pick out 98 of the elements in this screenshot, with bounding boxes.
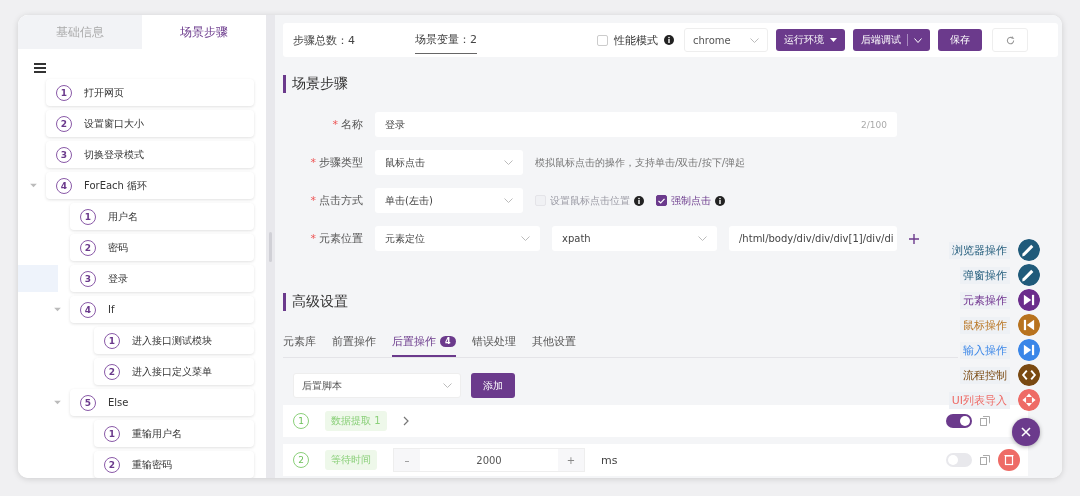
step-item[interactable]: 5 Else (70, 389, 254, 416)
action-icon[interactable] (1018, 289, 1040, 311)
chevron-down-icon (750, 37, 759, 43)
step-label: 设置窗口大小 (84, 116, 144, 131)
delete-icon[interactable] (998, 449, 1020, 471)
caret-icon[interactable] (30, 183, 37, 188)
click-mode-select[interactable]: 单击(左击) (375, 188, 523, 213)
info-icon (664, 35, 674, 45)
form-label: * 名称 (331, 117, 363, 132)
chevron-down-icon (504, 198, 513, 203)
menu-item[interactable]: 元素操作 (960, 291, 1010, 309)
step-item[interactable]: 4 If (70, 296, 254, 323)
script-select[interactable]: 后置脚本 (293, 373, 461, 398)
plus-icon[interactable] (909, 233, 919, 244)
step-label: Else (108, 397, 129, 408)
environment-button[interactable]: 运行环境 (776, 29, 845, 51)
info-icon (634, 195, 644, 206)
debug-button[interactable]: 后端调试 (853, 29, 930, 51)
checkbox[interactable] (656, 195, 667, 206)
menu-item[interactable]: 鼠标操作 (960, 316, 1010, 334)
chevron-down-icon (521, 236, 530, 241)
settings-tab[interactable]: 其他设置 (531, 328, 576, 357)
settings-tab[interactable]: 元素库 (283, 328, 316, 357)
step-item[interactable]: 2 设置窗口大小 (46, 110, 254, 137)
step-label: 密码 (108, 240, 128, 255)
copy-icon[interactable] (980, 455, 990, 465)
close-icon (1021, 427, 1031, 437)
step-type-select[interactable]: 鼠标点击 (375, 150, 523, 175)
section-heading: 场景步骤 (283, 75, 1058, 93)
caret-icon[interactable] (54, 400, 61, 405)
step-item[interactable]: 1 用户名 (70, 203, 254, 230)
step-label: 用户名 (108, 209, 138, 224)
add-button[interactable]: 添加 (471, 373, 515, 398)
count-badge: 4 (440, 336, 456, 347)
chevron-down-icon (914, 37, 922, 43)
number-stepper[interactable]: – 2000 + (393, 448, 585, 472)
checkbox-label: 强制点击 (671, 193, 711, 208)
action-icon[interactable] (1018, 314, 1040, 336)
menu-icon[interactable] (34, 63, 46, 73)
step-label: 进入接口测试模块 (132, 333, 212, 348)
step-item[interactable]: 1 进入接口测试模块 (94, 327, 254, 354)
chevron-down-icon (504, 160, 513, 165)
step-item[interactable]: 4 ForEach 循环 (46, 172, 254, 199)
step-item[interactable]: 2 进入接口定义菜单 (94, 358, 254, 385)
step-tag: 等待时间 (325, 450, 377, 470)
step-item[interactable]: 1 打开网页 (46, 79, 254, 106)
caret-icon[interactable] (54, 307, 61, 312)
step-label: 重输用户名 (132, 426, 182, 441)
step-item[interactable]: 3 切换登录模式 (46, 141, 254, 168)
name-field[interactable]: 登录 2/100 (375, 112, 897, 137)
locator-type-select[interactable]: xpath (552, 226, 717, 251)
form-label: * 点击方式 (309, 193, 363, 208)
step-label: If (108, 304, 115, 315)
form-label: * 元素位置 (309, 231, 363, 246)
action-icon[interactable] (1018, 339, 1040, 361)
xpath-field[interactable]: /html/body/div/div/div[1]/div/di (729, 226, 897, 251)
info-icon (715, 195, 725, 206)
step-item[interactable]: 3 登录 (70, 265, 254, 292)
locator-select[interactable]: 元素定位 (375, 226, 540, 251)
menu-item[interactable]: 弹窗操作 (960, 266, 1010, 284)
refresh-icon (1005, 35, 1015, 45)
caret-icon (830, 38, 837, 42)
menu-item[interactable]: 流程控制 (960, 366, 1010, 384)
action-icon[interactable] (1018, 264, 1040, 286)
step-item[interactable]: 1 重输用户名 (94, 420, 254, 447)
step-label: 重输密码 (132, 457, 172, 472)
settings-tab[interactable]: 前置操作 (332, 328, 376, 357)
step-label: 打开网页 (84, 85, 124, 100)
step-label: 登录 (108, 271, 128, 286)
close-button[interactable] (1012, 418, 1040, 446)
stat-tab[interactable]: 场景变量：2 (415, 26, 477, 54)
step-item[interactable]: 2 密码 (70, 234, 254, 261)
checkbox-label: 性能模式 (614, 32, 658, 48)
save-button[interactable]: 保存 (938, 29, 982, 51)
hint-text: 模拟鼠标点击的操作，支持单击/双击/按下/弹起 (535, 155, 746, 170)
settings-tab[interactable]: 错误处理 (471, 328, 516, 357)
menu-item[interactable]: 浏览器操作 (949, 241, 1010, 259)
toggle-switch[interactable] (946, 414, 972, 428)
step-item[interactable]: 2 重输密码 (94, 451, 254, 478)
browser-select[interactable]: chrome (684, 28, 768, 52)
unit-label: ms (601, 453, 618, 467)
action-icon[interactable] (1018, 239, 1040, 261)
step-label: 进入接口定义菜单 (132, 364, 212, 379)
chevron-down-icon (698, 236, 707, 241)
copy-icon[interactable] (980, 416, 990, 426)
step-label: ForEach 循环 (84, 178, 148, 193)
step-tag: 数据提取 1 (325, 411, 387, 431)
number-value: 2000 (420, 449, 558, 471)
form-label: * 步骤类型 (309, 155, 363, 170)
settings-tab[interactable]: 后置操作 4 (392, 328, 456, 357)
checkbox-label: 设置鼠标点击位置 (550, 193, 630, 208)
stat-tab[interactable]: 步骤总数：4 (293, 26, 355, 54)
chevron-down-icon (443, 383, 452, 388)
chevron-right-icon[interactable] (402, 416, 409, 426)
selection-highlight (18, 265, 58, 292)
step-label: 切换登录模式 (84, 147, 144, 162)
minus-button[interactable]: – (394, 453, 420, 467)
action-icon[interactable] (1018, 364, 1040, 386)
